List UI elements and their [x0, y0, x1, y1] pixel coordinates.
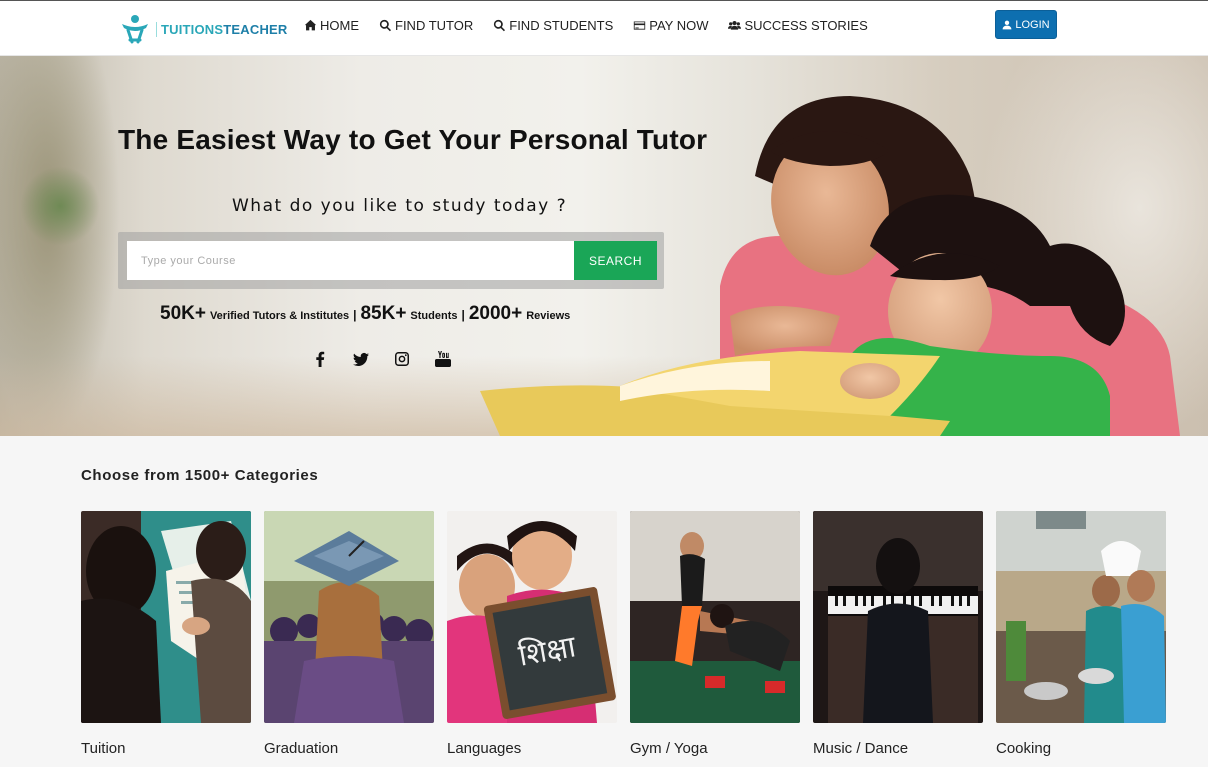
- categories-grid: Tuition Graduation शिक्षा Languages Gym …: [81, 511, 1166, 757]
- nav-pay-now[interactable]: PAY NOW: [633, 18, 708, 33]
- reviews-label: Reviews: [526, 310, 571, 322]
- nav-find-students-label: FIND STUDENTS: [509, 18, 614, 33]
- categories-title: Choose from 1500+ Categories: [81, 467, 319, 484]
- nav-home-label: HOME: [320, 18, 359, 33]
- stats-separator: |: [353, 308, 357, 322]
- course-search-bar: SEARCH: [118, 232, 664, 289]
- facebook-link[interactable]: [311, 350, 328, 367]
- instagram-icon: [394, 351, 409, 366]
- category-label: Cooking: [996, 740, 1052, 757]
- brand-name-part2: TEACHER: [223, 21, 288, 37]
- logo-icon: [122, 15, 148, 44]
- user-icon: [1003, 20, 1012, 29]
- search-button[interactable]: SEARCH: [574, 241, 657, 280]
- stats-separator: |: [461, 308, 465, 322]
- social-links: [311, 350, 451, 367]
- hero-bg-plant: [20, 166, 100, 246]
- stats-bar: 50K+ Verified Tutors & Institutes | 85K+…: [160, 303, 570, 325]
- languages-image: शिक्षा: [447, 511, 617, 723]
- main-nav: HOME FIND TUTOR FIND STUDENTS PAY NOW SU…: [304, 18, 868, 33]
- cooking-image: [996, 511, 1166, 723]
- course-search-input[interactable]: [127, 241, 574, 280]
- students-label: Students: [410, 310, 458, 322]
- students-count: 85K+: [360, 303, 407, 324]
- category-card-tuition[interactable]: Tuition: [81, 511, 251, 757]
- category-card-graduation[interactable]: Graduation: [264, 511, 434, 757]
- nav-success-stories[interactable]: SUCCESS STORIES: [728, 18, 868, 33]
- youtube-link[interactable]: [434, 350, 451, 367]
- category-label: Gym / Yoga: [630, 740, 708, 757]
- nav-success-stories-label: SUCCESS STORIES: [744, 18, 868, 33]
- category-card-gym-yoga[interactable]: Gym / Yoga: [630, 511, 800, 757]
- hero-subtitle: What do you like to study today ?: [232, 196, 568, 216]
- category-label: Graduation: [264, 740, 339, 757]
- search-icon: [379, 19, 392, 32]
- nav-pay-now-label: PAY NOW: [649, 18, 709, 33]
- category-label: Music / Dance: [813, 740, 909, 757]
- credit-card-icon: [634, 21, 646, 30]
- category-card-languages[interactable]: शिक्षा Languages: [447, 511, 617, 757]
- brand-name-part1: TUITIONS: [161, 21, 224, 37]
- graduation-image: [264, 511, 434, 723]
- reviews-count: 2000+: [468, 303, 523, 324]
- twitter-icon: [352, 352, 369, 366]
- facebook-icon: [315, 351, 324, 367]
- top-navbar: TUITIONSTEACHER HOME FIND TUTOR FIND STU…: [0, 0, 1208, 56]
- users-icon: [728, 20, 742, 30]
- category-card-music-dance[interactable]: Music / Dance: [813, 511, 983, 757]
- brand-logo[interactable]: TUITIONSTEACHER: [118, 11, 288, 47]
- search-icon: [494, 19, 506, 32]
- music-dance-image: [813, 511, 983, 723]
- login-label: LOGIN: [1015, 18, 1050, 31]
- nav-home[interactable]: HOME: [304, 18, 359, 33]
- home-icon: [304, 19, 317, 31]
- hero-title: The Easiest Way to Get Your Personal Tut…: [118, 124, 708, 155]
- tutors-count: 50K+: [160, 303, 206, 324]
- gym-yoga-image: [630, 511, 800, 723]
- twitter-link[interactable]: [352, 350, 369, 367]
- category-label: Tuition: [81, 740, 126, 757]
- youtube-icon: [434, 350, 451, 367]
- login-button[interactable]: LOGIN: [995, 10, 1057, 39]
- nav-find-students[interactable]: FIND STUDENTS: [493, 18, 613, 33]
- category-label: Languages: [447, 740, 522, 757]
- tuition-image: [81, 511, 251, 723]
- hero-banner: The Easiest Way to Get Your Personal Tut…: [0, 56, 1208, 436]
- brand-name: TUITIONSTEACHER: [156, 21, 288, 37]
- category-card-cooking[interactable]: Cooking: [996, 511, 1166, 757]
- instagram-link[interactable]: [393, 350, 410, 367]
- nav-find-tutor[interactable]: FIND TUTOR: [379, 18, 473, 33]
- nav-find-tutor-label: FIND TUTOR: [395, 18, 474, 33]
- tutors-label: Verified Tutors & Institutes: [209, 310, 350, 322]
